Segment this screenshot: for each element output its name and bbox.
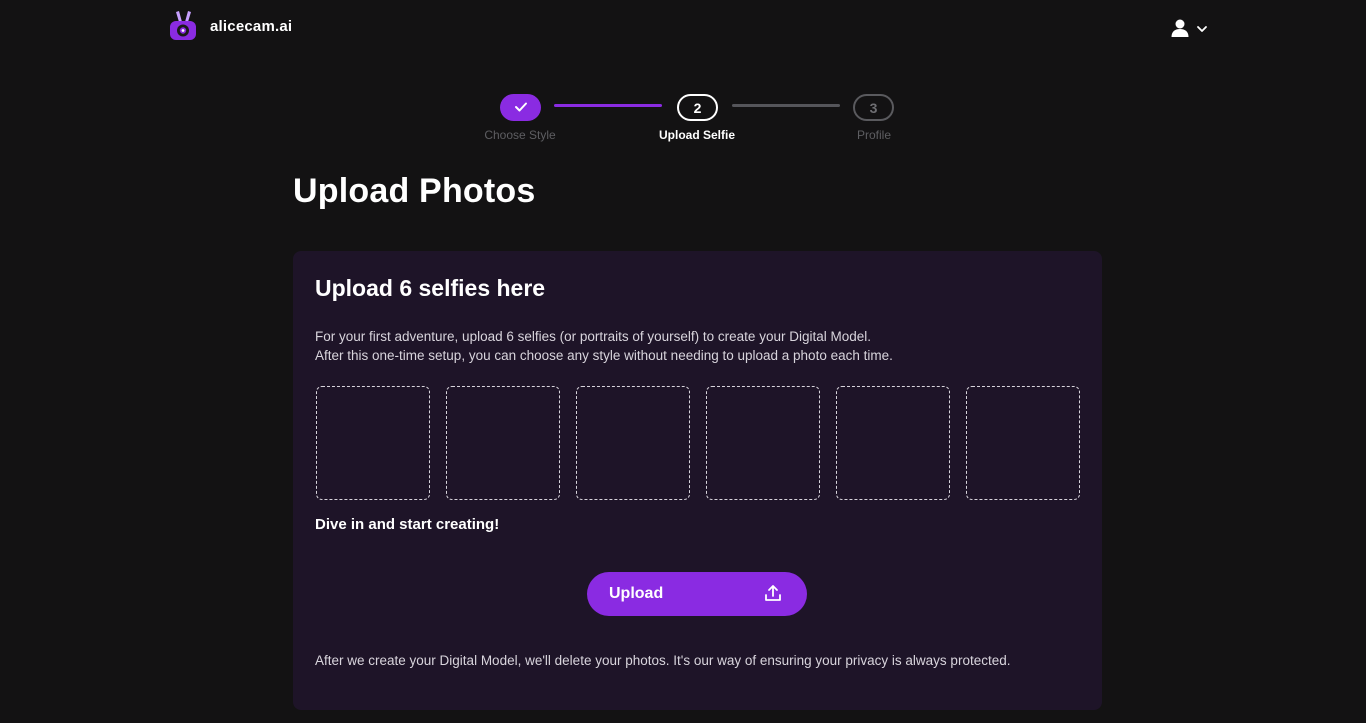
card-title: Upload 6 selfies here: [315, 275, 546, 301]
selfie-slot-1[interactable]: [316, 386, 430, 500]
step-connector-pending: [732, 104, 840, 107]
step-label-profile: Profile: [856, 128, 891, 142]
step-number: 3: [869, 99, 878, 116]
selfie-slot-5[interactable]: [836, 386, 950, 500]
logo[interactable]: alicecam.ai: [168, 10, 292, 42]
user-menu[interactable]: [1170, 18, 1208, 43]
check-icon: [514, 100, 528, 116]
selfie-slot-2[interactable]: [446, 386, 560, 500]
step-number: 2: [693, 99, 702, 116]
step-profile: 3: [853, 94, 894, 121]
card-description: For your first adventure, upload 6 selfi…: [315, 327, 1075, 365]
description-line: After this one-time setup, you can choos…: [315, 348, 893, 363]
upload-card: Upload 6 selfies here For your first adv…: [293, 251, 1102, 710]
selfie-slot-3[interactable]: [576, 386, 690, 500]
step-label-upload-selfie: Upload Selfie: [658, 128, 735, 142]
privacy-note: After we create your Digital Model, we'l…: [315, 653, 1011, 668]
selfie-slots: [316, 386, 1080, 500]
page-title: Upload Photos: [293, 172, 536, 210]
page: alicecam.ai 2 3 Choose Style Upload Self…: [0, 0, 1366, 723]
upload-icon: [763, 583, 783, 606]
step-choose-style[interactable]: [500, 94, 541, 121]
rabbit-camera-icon: [168, 10, 198, 42]
selfie-slot-6[interactable]: [966, 386, 1080, 500]
logo-text: alicecam.ai: [210, 17, 293, 35]
cta-text: Dive in and start creating!: [315, 516, 500, 533]
chevron-down-icon: [1196, 22, 1208, 40]
selfie-slot-4[interactable]: [706, 386, 820, 500]
step-label-choose-style[interactable]: Choose Style: [460, 128, 580, 142]
upload-button-label: Upload: [609, 585, 664, 602]
upload-button[interactable]: Upload: [587, 572, 807, 616]
step-upload-selfie: 2: [677, 94, 718, 121]
step-connector-complete: [554, 104, 662, 107]
description-line: For your first adventure, upload 6 selfi…: [315, 329, 871, 344]
user-icon: [1170, 18, 1190, 43]
